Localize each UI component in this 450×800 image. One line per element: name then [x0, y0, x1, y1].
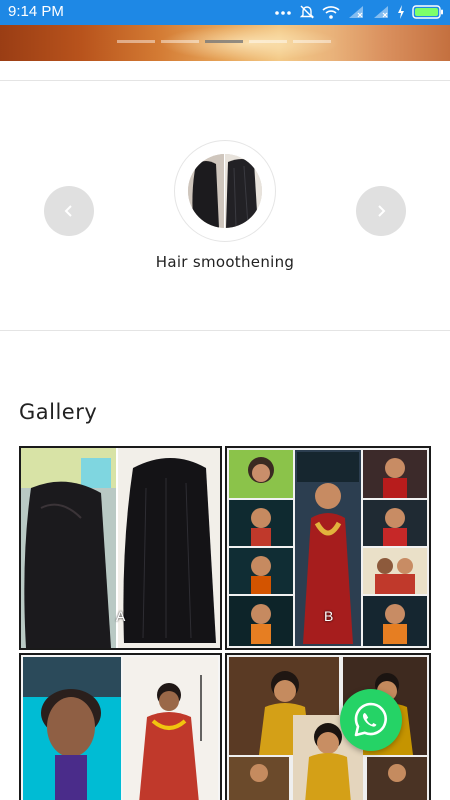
slider-dot[interactable] — [117, 40, 155, 43]
slider-dot[interactable] — [249, 40, 287, 43]
banner-image — [160, 25, 340, 61]
whatsapp-button[interactable] — [340, 689, 402, 751]
section-divider — [0, 80, 450, 81]
section-divider — [0, 330, 450, 331]
status-bar: 9:14 PM — [0, 0, 450, 25]
next-service-button[interactable] — [356, 186, 406, 236]
service-image[interactable] — [174, 140, 276, 242]
charging-icon — [398, 5, 404, 19]
gallery-item-label: A — [116, 608, 126, 624]
slider-dot-active[interactable] — [205, 40, 243, 43]
more-dots-icon — [275, 11, 291, 15]
slider-dot[interactable] — [161, 40, 199, 43]
gallery-title: Gallery — [19, 400, 98, 424]
signal-icon — [349, 6, 363, 18]
gallery-item[interactable]: A — [19, 446, 222, 650]
service-photo — [188, 154, 262, 228]
slider-dots — [117, 40, 331, 43]
chevron-right-icon — [378, 205, 386, 217]
slider-dot[interactable] — [293, 40, 331, 43]
banner-slider[interactable] — [0, 25, 450, 61]
prev-service-button[interactable] — [44, 186, 94, 236]
gallery-item[interactable] — [19, 653, 222, 800]
mute-icon — [299, 5, 315, 19]
status-time: 9:14 PM — [8, 3, 64, 20]
wifi-icon — [322, 6, 340, 19]
whatsapp-icon — [354, 702, 387, 737]
service-name[interactable]: Hair smoothening — [0, 253, 450, 271]
chevron-left-icon — [64, 205, 72, 217]
battery-icon — [412, 5, 443, 19]
signal-icon — [374, 6, 388, 18]
status-icons — [274, 4, 444, 20]
gallery-item[interactable]: B — [225, 446, 431, 650]
gallery-item-label: B — [324, 608, 334, 624]
